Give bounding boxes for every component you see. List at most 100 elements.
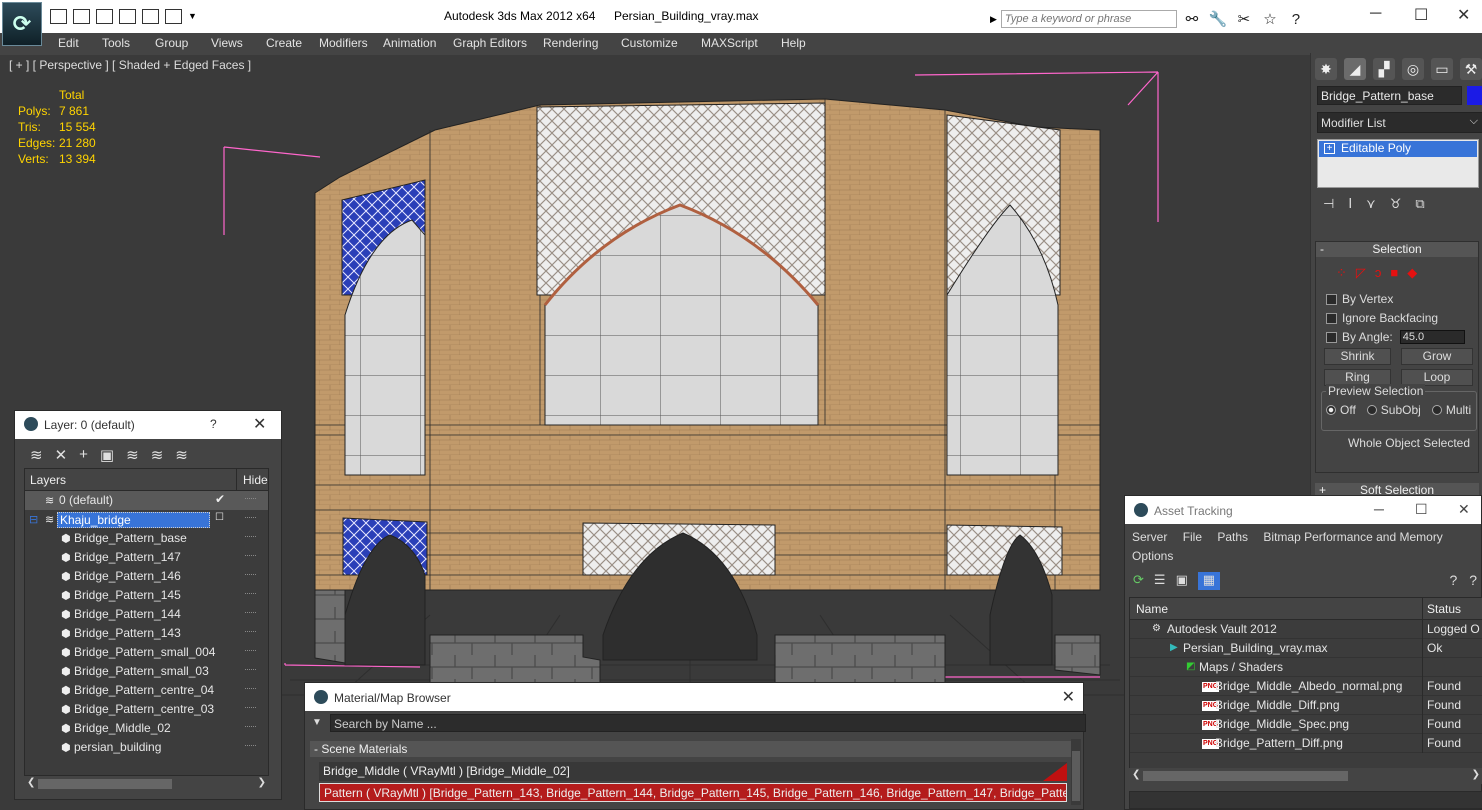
- object-row[interactable]: ⬢ Bridge_Pattern_centre_04: [25, 681, 268, 700]
- vertex-icon[interactable]: ⁘: [1336, 265, 1347, 281]
- object-row[interactable]: ⬢ Bridge_Pattern_centre_03: [25, 700, 268, 719]
- search-expand-icon[interactable]: ▶: [990, 14, 997, 25]
- refresh-icon[interactable]: ⟳: [1133, 572, 1144, 590]
- hide-toggle[interactable]: [245, 612, 256, 613]
- scroll-thumb[interactable]: [38, 779, 172, 789]
- collapse-minus-icon[interactable]: ⊟: [29, 513, 38, 526]
- object-name-field[interactable]: Bridge_Pattern_base: [1317, 86, 1462, 105]
- scroll-right-icon[interactable]: ❯: [258, 777, 266, 788]
- preview-multi-radio[interactable]: Multi: [1431, 403, 1471, 417]
- hold-icon[interactable]: [119, 9, 136, 24]
- menu-customize[interactable]: Customize: [621, 36, 678, 50]
- thumbnail-view-icon[interactable]: ▣: [1176, 572, 1188, 590]
- open-file-icon[interactable]: [50, 9, 67, 24]
- column-status[interactable]: Status: [1422, 598, 1482, 620]
- object-row[interactable]: ⬢ persian_building: [25, 738, 268, 757]
- new-scene-icon[interactable]: [96, 9, 113, 24]
- table-row[interactable]: PNG Bridge_Middle_Spec.png Found: [1130, 715, 1482, 734]
- object-row[interactable]: ⬢ Bridge_Pattern_base: [25, 529, 268, 548]
- column-layers[interactable]: Layers: [30, 473, 66, 487]
- table-row[interactable]: PNG Bridge_Middle_Diff.png Found: [1130, 696, 1482, 715]
- favorites-star-icon[interactable]: ☆: [1259, 10, 1281, 28]
- menu-animation[interactable]: Animation: [383, 36, 436, 50]
- search-input[interactable]: [1000, 10, 1177, 28]
- close-icon[interactable]: ✕: [253, 414, 266, 434]
- expand-plus-icon[interactable]: +: [1324, 143, 1335, 154]
- menu-create[interactable]: Create: [266, 36, 302, 50]
- layer-row-default[interactable]: ≋ 0 (default) ✔: [25, 491, 268, 510]
- menu-rendering[interactable]: Rendering: [543, 36, 598, 50]
- project-folder-icon[interactable]: [165, 9, 182, 24]
- object-row[interactable]: ⬢ Bridge_Pattern_small_004: [25, 643, 268, 662]
- object-color-swatch[interactable]: [1467, 86, 1482, 105]
- edge-icon[interactable]: ◸: [1356, 265, 1366, 281]
- hide-toggle[interactable]: [245, 574, 256, 575]
- menu-tools[interactable]: Tools: [102, 36, 130, 50]
- material-row[interactable]: Bridge_Middle ( VRayMtl ) [Bridge_Middle…: [319, 762, 1067, 781]
- make-unique-icon[interactable]: ⋎: [1366, 196, 1376, 212]
- object-row[interactable]: ⬢ Bridge_Pattern_144: [25, 605, 268, 624]
- layer-row-khaju-bridge[interactable]: ⊟ ≋ Khaju_bridge ☐: [25, 510, 268, 529]
- object-row[interactable]: ⬢ Bridge_Pattern_small_03: [25, 662, 268, 681]
- ignore-backfacing-checkbox[interactable]: Ignore Backfacing: [1326, 311, 1438, 325]
- object-row[interactable]: ⬢ Bridge_Middle_02: [25, 719, 268, 738]
- preview-subobj-radio[interactable]: SubObj: [1366, 403, 1421, 417]
- save-file-icon[interactable]: [73, 9, 90, 24]
- help-search-icon[interactable]: ?: [1469, 572, 1477, 588]
- help-icon[interactable]: ?: [1285, 11, 1307, 28]
- close-icon[interactable]: ✕: [1457, 5, 1470, 25]
- menu-help[interactable]: Help: [781, 36, 806, 50]
- utilities-tab-icon[interactable]: ⚒: [1460, 58, 1482, 80]
- select-objects-icon[interactable]: ▣: [100, 446, 114, 464]
- maximize-icon[interactable]: ☐: [1415, 501, 1428, 518]
- hide-toggle[interactable]: [245, 593, 256, 594]
- menu-group[interactable]: Group: [155, 36, 188, 50]
- table-row[interactable]: ⚙ Autodesk Vault 2012 Logged O: [1130, 620, 1482, 639]
- minimize-icon[interactable]: ─: [1374, 501, 1384, 517]
- hide-toggle[interactable]: [245, 726, 256, 727]
- help-button[interactable]: ?: [210, 417, 217, 431]
- shrink-button[interactable]: Shrink: [1324, 348, 1391, 365]
- menu-bitmap-performance[interactable]: Bitmap Performance and Memory: [1263, 530, 1442, 544]
- column-name[interactable]: Name: [1136, 602, 1168, 616]
- polygon-icon[interactable]: ■: [1390, 265, 1398, 281]
- options-dropdown-icon[interactable]: ▼: [312, 717, 322, 728]
- create-tab-icon[interactable]: ✸: [1315, 58, 1337, 80]
- create-layer-icon[interactable]: ≋: [30, 446, 43, 464]
- hide-toggle[interactable]: [245, 688, 256, 689]
- menu-options[interactable]: Options: [1132, 549, 1173, 563]
- hide-toggle[interactable]: [245, 669, 256, 670]
- menu-views[interactable]: Views: [211, 36, 243, 50]
- close-icon[interactable]: ✕: [1458, 501, 1470, 518]
- table-row[interactable]: PNG Bridge_Middle_Albedo_normal.png Foun…: [1130, 677, 1482, 696]
- list-view-icon[interactable]: ☰: [1154, 572, 1166, 590]
- selection-rollout-header[interactable]: - Selection: [1316, 242, 1478, 257]
- search-by-name-input[interactable]: Search by Name ...: [330, 714, 1086, 732]
- border-icon[interactable]: ↄ: [1375, 265, 1382, 281]
- checkmark-icon[interactable]: ✔: [215, 492, 225, 506]
- hide-toggle[interactable]: [245, 536, 256, 537]
- table-row[interactable]: PNG Bridge_Pattern_Diff.png Found: [1130, 734, 1482, 753]
- menu-graph-editors[interactable]: Graph Editors: [453, 36, 527, 50]
- hide-toggle[interactable]: [245, 631, 256, 632]
- element-icon[interactable]: ◆: [1407, 265, 1417, 281]
- delete-layer-icon[interactable]: ✕: [55, 446, 68, 464]
- object-row[interactable]: ⬢ Bridge_Pattern_145: [25, 586, 268, 605]
- display-tab-icon[interactable]: ▭: [1431, 58, 1453, 80]
- configure-sets-icon[interactable]: ⧉: [1415, 196, 1424, 212]
- by-vertex-checkbox[interactable]: By Vertex: [1326, 292, 1393, 306]
- hide-toggle[interactable]: [245, 517, 256, 518]
- maximize-icon[interactable]: ☐: [1414, 5, 1428, 25]
- pin-stack-icon[interactable]: ⊣: [1323, 196, 1334, 212]
- column-hide[interactable]: Hide: [236, 469, 270, 491]
- scroll-left-icon[interactable]: ❮: [1132, 769, 1140, 780]
- binoculars-icon[interactable]: ⚯: [1181, 10, 1203, 28]
- horizontal-scrollbar[interactable]: ❮ ❯: [1129, 768, 1482, 784]
- preview-off-radio[interactable]: Off: [1326, 403, 1356, 417]
- hide-toggle[interactable]: [245, 555, 256, 556]
- scroll-right-icon[interactable]: ❯: [1472, 769, 1480, 780]
- hide-toggle[interactable]: [245, 707, 256, 708]
- app-menu-button[interactable]: ⟳: [2, 2, 42, 46]
- remove-modifier-icon[interactable]: ♉: [1390, 196, 1402, 212]
- menu-file[interactable]: File: [1183, 530, 1202, 544]
